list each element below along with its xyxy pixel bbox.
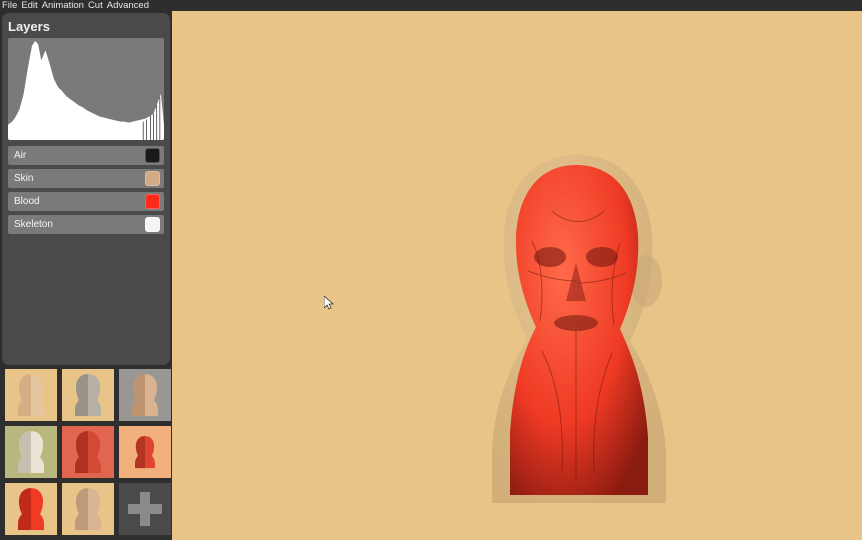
sidebar: Layers Air <box>0 11 172 540</box>
main-area: Layers Air <box>0 11 862 540</box>
layer-row-skeleton[interactable]: Skeleton <box>8 215 164 234</box>
menu-file[interactable]: File <box>2 0 17 11</box>
head-icon <box>14 486 48 530</box>
layer-rows: Air Skin Blood Skeleton <box>8 146 164 234</box>
layers-panel-title: Layers <box>8 19 164 34</box>
menu-cut[interactable]: Cut <box>88 0 103 11</box>
layer-swatch[interactable] <box>145 171 160 186</box>
head-icon <box>128 372 162 416</box>
preset-thumb[interactable] <box>62 369 114 421</box>
head-icon <box>14 429 48 473</box>
preset-grid <box>2 369 170 537</box>
preset-thumb[interactable] <box>62 426 114 478</box>
head-icon <box>71 486 105 530</box>
layer-label: Air <box>14 150 145 161</box>
volume-render <box>472 151 682 506</box>
layer-row-skin[interactable]: Skin <box>8 169 164 188</box>
layers-panel: Layers Air <box>2 13 170 365</box>
layer-row-blood[interactable]: Blood <box>8 192 164 211</box>
layer-swatch[interactable] <box>145 148 160 163</box>
layer-label: Blood <box>14 196 145 207</box>
preset-thumb[interactable] <box>5 426 57 478</box>
preset-thumb[interactable] <box>119 426 171 478</box>
preset-thumb[interactable] <box>119 369 171 421</box>
menubar: File Edit Animation Cut Advanced <box>0 0 862 11</box>
menu-animation[interactable]: Animation <box>42 0 84 11</box>
menu-edit[interactable]: Edit <box>21 0 37 11</box>
preset-thumb[interactable] <box>62 483 114 535</box>
preset-thumb[interactable] <box>5 483 57 535</box>
head-icon <box>132 434 158 468</box>
plus-icon <box>128 492 162 526</box>
layer-row-air[interactable]: Air <box>8 146 164 165</box>
viewport-3d[interactable] <box>172 11 862 540</box>
cursor-icon <box>324 296 334 310</box>
add-preset-button[interactable] <box>119 483 171 535</box>
layer-label: Skin <box>14 173 145 184</box>
head-icon <box>71 372 105 416</box>
layer-swatch[interactable] <box>145 194 160 209</box>
histogram[interactable] <box>8 38 164 140</box>
head-icon <box>71 429 105 473</box>
preset-thumb[interactable] <box>5 369 57 421</box>
histogram-graph <box>8 38 164 140</box>
layer-label: Skeleton <box>14 219 145 230</box>
layer-swatch[interactable] <box>145 217 160 232</box>
menu-advanced[interactable]: Advanced <box>107 0 149 11</box>
head-icon <box>14 372 48 416</box>
